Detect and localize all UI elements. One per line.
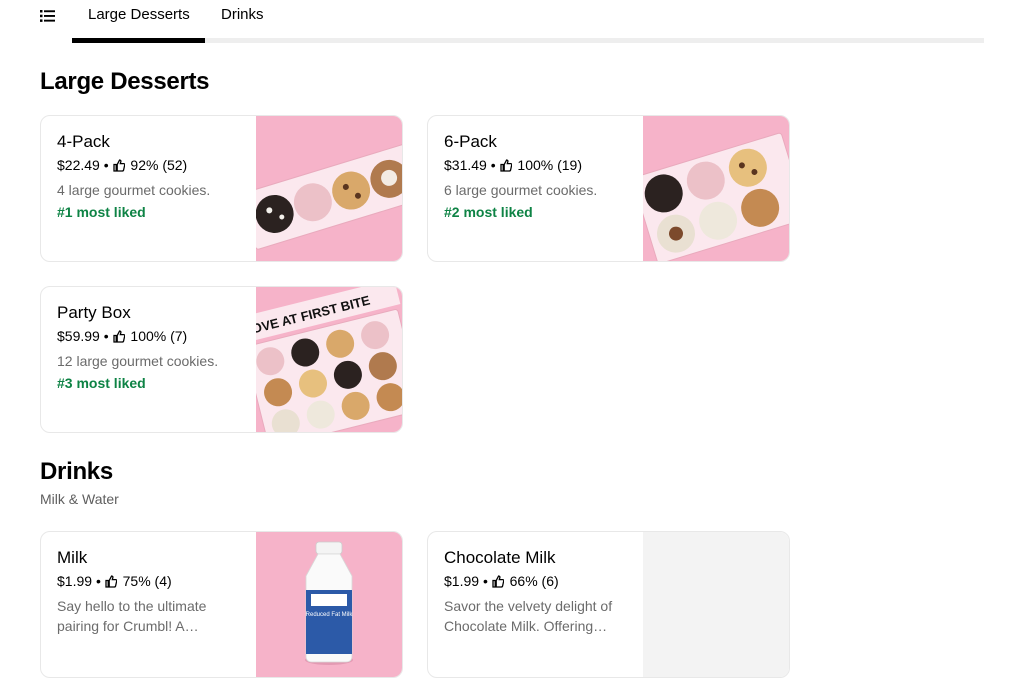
item-description: 4 large gourmet cookies.	[57, 182, 211, 198]
most-liked-badge: #3 most liked	[57, 375, 146, 391]
item-rating: 100% (19)	[517, 157, 582, 173]
section-subtitle-drinks: Milk & Water	[40, 491, 119, 507]
section-title-drinks: Drinks	[40, 458, 113, 485]
card-text: Milk $1.99 • 75% (4) Say hello to the ul…	[57, 548, 237, 636]
tab-drinks[interactable]: Drinks	[221, 6, 264, 23]
most-liked-badge: #1 most liked	[57, 204, 146, 220]
tab-track	[72, 38, 984, 43]
item-price: $31.49	[444, 157, 487, 173]
item-meta: $22.49 • 92% (52)	[57, 156, 237, 174]
menu-item-card-4-pack[interactable]: 4-Pack $22.49 • 92% (52) 4 large gourmet…	[40, 115, 403, 262]
item-meta: $31.49 • 100% (19)	[444, 156, 624, 174]
4-pack-cookie-box-image	[256, 116, 402, 261]
card-text: 4-Pack $22.49 • 92% (52) 4 large gourmet…	[57, 132, 237, 222]
separator: •	[103, 157, 109, 173]
item-name: 4-Pack	[57, 132, 110, 151]
item-description: Savor the velvety delight of Chocolate M…	[444, 598, 613, 634]
menu-item-card-chocolate-milk[interactable]: Chocolate Milk $1.99 • 66% (6) Savor the…	[427, 531, 790, 678]
menu-item-card-party-box[interactable]: Party Box $59.99 • 100% (7) 12 large gou…	[40, 286, 403, 433]
item-name: Chocolate Milk	[444, 548, 556, 567]
thumbs-up-icon	[499, 159, 512, 172]
separator: •	[482, 573, 488, 589]
list-menu-icon[interactable]	[40, 10, 56, 22]
card-text: Chocolate Milk $1.99 • 66% (6) Savor the…	[444, 548, 624, 636]
6-pack-cookie-box-image	[643, 116, 789, 261]
item-description: 12 large gourmet cookies.	[57, 353, 219, 369]
thumbs-up-icon	[112, 330, 125, 343]
party-box-cookies-image: LOVE AT FIRST BITE	[256, 287, 402, 432]
separator: •	[103, 328, 109, 344]
tab-large-desserts[interactable]: Large Desserts	[88, 6, 190, 23]
item-price: $59.99	[57, 328, 100, 344]
thumbs-up-icon	[112, 159, 125, 172]
item-rating: 75% (4)	[122, 573, 172, 589]
item-description: Say hello to the ultimate pairing for Cr…	[57, 598, 207, 634]
menu-item-card-6-pack[interactable]: 6-Pack $31.49 • 100% (19) 6 large gourme…	[427, 115, 790, 262]
item-name: 6-Pack	[444, 132, 497, 151]
category-tab-bar: Large Desserts Drinks	[0, 0, 1024, 43]
item-rating: 92% (52)	[130, 157, 188, 173]
item-rating: 100% (7)	[130, 328, 188, 344]
item-rating: 66% (6)	[509, 573, 559, 589]
most-liked-badge: #2 most liked	[444, 204, 533, 220]
card-text: 6-Pack $31.49 • 100% (19) 6 large gourme…	[444, 132, 624, 222]
section-title-large-desserts: Large Desserts	[40, 68, 210, 95]
active-tab-indicator	[72, 38, 205, 43]
item-meta: $59.99 • 100% (7)	[57, 327, 237, 345]
item-price: $1.99	[444, 573, 480, 589]
thumbs-up-icon	[105, 575, 117, 588]
thumbs-up-icon	[492, 575, 504, 588]
milk-bottle-image: Reduced Fat Milk	[256, 532, 402, 677]
item-meta: $1.99 • 66% (6)	[444, 572, 624, 590]
separator: •	[490, 157, 496, 173]
item-name: Milk	[57, 548, 88, 567]
item-price: $22.49	[57, 157, 100, 173]
card-text: Party Box $59.99 • 100% (7) 12 large gou…	[57, 303, 237, 393]
item-description: 6 large gourmet cookies.	[444, 182, 598, 198]
separator: •	[95, 573, 101, 589]
image-placeholder	[643, 532, 789, 677]
bottle-label: Reduced Fat Milk	[306, 612, 354, 618]
item-price: $1.99	[57, 573, 93, 589]
menu-item-card-milk[interactable]: Milk $1.99 • 75% (4) Say hello to the ul…	[40, 531, 403, 678]
item-name: Party Box	[57, 303, 131, 322]
item-meta: $1.99 • 75% (4)	[57, 572, 237, 590]
